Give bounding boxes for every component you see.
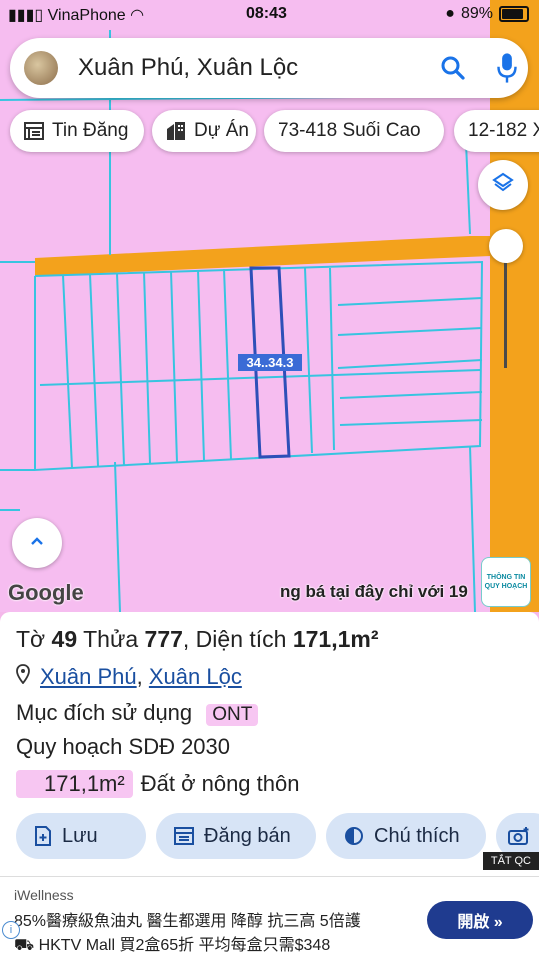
chip-suoi-cao[interactable]: 73-418 Suối Cao	[264, 110, 444, 152]
location-pin-icon	[16, 664, 30, 690]
search-input[interactable]: Xuân Phú, Xuân Lộc	[78, 54, 298, 82]
signal-icon: ▮▮▮▯	[8, 7, 44, 24]
building-icon	[166, 121, 186, 141]
chip-xuan[interactable]: 12-182 X	[454, 110, 539, 152]
google-logo: Google	[8, 580, 84, 605]
land-type-row: 171,1m² Đất ở nông thôn	[16, 770, 299, 798]
camera-icon	[508, 826, 530, 846]
legend-icon	[344, 826, 364, 846]
ad-line-1: 85%醫療級魚油丸 醫生都選用 降醇 抗三高 5倍護	[14, 913, 361, 930]
purpose-row: Mục đích sử dụng ONT	[16, 700, 259, 726]
purpose-code-badge: ONT	[206, 704, 259, 726]
lock-icon: ●	[445, 5, 455, 22]
opacity-slider-thumb[interactable]	[489, 229, 523, 263]
chip-label: 73-418 Suối Cao	[278, 120, 421, 141]
battery-percent: 89%	[460, 5, 493, 22]
sheet-word: Tờ	[16, 626, 46, 652]
mic-icon[interactable]	[494, 51, 520, 90]
purpose-label: Mục đích sử dụng	[16, 700, 193, 725]
expand-button[interactable]	[12, 518, 62, 568]
layers-button[interactable]	[478, 160, 528, 210]
planning-info-label: THÔNG TIN QUY HOẠCH	[484, 574, 528, 590]
opacity-slider-track[interactable]	[504, 263, 507, 368]
save-icon	[34, 826, 52, 846]
carrier: ▮▮▮▯ VinaPhone ◠	[8, 5, 144, 25]
newspaper-icon	[24, 122, 44, 140]
ad-open-button[interactable]: 開啟 »	[427, 901, 533, 939]
status-bar: ▮▮▮▯ VinaPhone ◠ 08:43 ● 89%	[0, 0, 539, 30]
chip-label: 12-182 X	[468, 120, 539, 141]
cart-icon: ⛟	[14, 937, 39, 954]
post-sale-button[interactable]: Đăng bán	[156, 813, 316, 859]
chevron-up-icon	[27, 531, 47, 556]
search-icon[interactable]	[438, 53, 468, 88]
battery-area: ● 89%	[445, 5, 529, 23]
listing-icon	[174, 827, 194, 845]
parcel-details-panel: Tờ 49 Thửa 777, Diện tích 171,1m² Xuân P…	[0, 612, 539, 880]
save-button[interactable]: Lưu	[16, 813, 146, 859]
chip-label: Tin Đăng	[52, 120, 129, 141]
location-link-district[interactable]: Xuân Lộc	[149, 664, 242, 690]
layers-icon	[491, 171, 515, 200]
area-chip: 171,1m²	[16, 770, 133, 798]
location-separator: ,	[136, 664, 149, 689]
legend-button[interactable]: Chú thích	[326, 813, 486, 859]
parcel-label: 34..34.3	[238, 354, 302, 371]
ad-info-icon[interactable]: i	[2, 921, 20, 939]
close-ad-button[interactable]: TẮT QC	[482, 852, 539, 870]
search-bar[interactable]: Xuân Phú, Xuân Lộc	[10, 38, 528, 98]
ad-banner[interactable]: iWellness 85%醫療級魚油丸 醫生都選用 降醇 抗三高 5倍護 ⛟ H…	[0, 876, 539, 961]
parcel-title: Tờ 49 Thửa 777, Diện tích 171,1m²	[16, 626, 379, 653]
carrier-name: VinaPhone	[47, 7, 126, 24]
ad-brand: iWellness	[14, 887, 74, 903]
battery-fill	[502, 9, 523, 19]
chip-du-an[interactable]: Dự Án	[152, 110, 256, 152]
map-ad-text: ng bá tại đây chỉ với 19	[280, 582, 468, 601]
clock: 08:43	[246, 5, 287, 22]
chip-label: Dự Án	[194, 120, 249, 141]
parcel-word: Thửa	[83, 626, 139, 652]
battery-icon	[499, 6, 529, 22]
sheet-number: 49	[51, 626, 78, 652]
planning-info-button[interactable]: THÔNG TIN QUY HOẠCH	[481, 557, 531, 607]
location-row: Xuân Phú, Xuân Lộc	[16, 664, 242, 690]
ad-line-2: ⛟ HKTV Mall 買2盒65折 平均每盒只需$348	[14, 931, 419, 956]
wifi-icon: ◠	[130, 7, 145, 24]
post-sale-label: Đăng bán	[204, 824, 291, 847]
location-link-commune[interactable]: Xuân Phú	[40, 664, 137, 690]
parcel-number: 777	[144, 626, 183, 652]
plan-label: Quy hoạch SDĐ 2030	[16, 734, 231, 759]
save-label: Lưu	[62, 824, 98, 847]
land-type: Đất ở nông thôn	[140, 771, 300, 796]
legend-label: Chú thích	[374, 824, 460, 847]
chip-tin-dang[interactable]: Tin Đăng	[10, 110, 144, 152]
avatar[interactable]	[24, 51, 58, 85]
ad-line-2-text: HKTV Mall 買2盒65折 平均每盒只需$348	[38, 937, 331, 954]
area-word: , Diện tích	[182, 626, 287, 652]
area-value: 171,1m²	[292, 626, 379, 652]
